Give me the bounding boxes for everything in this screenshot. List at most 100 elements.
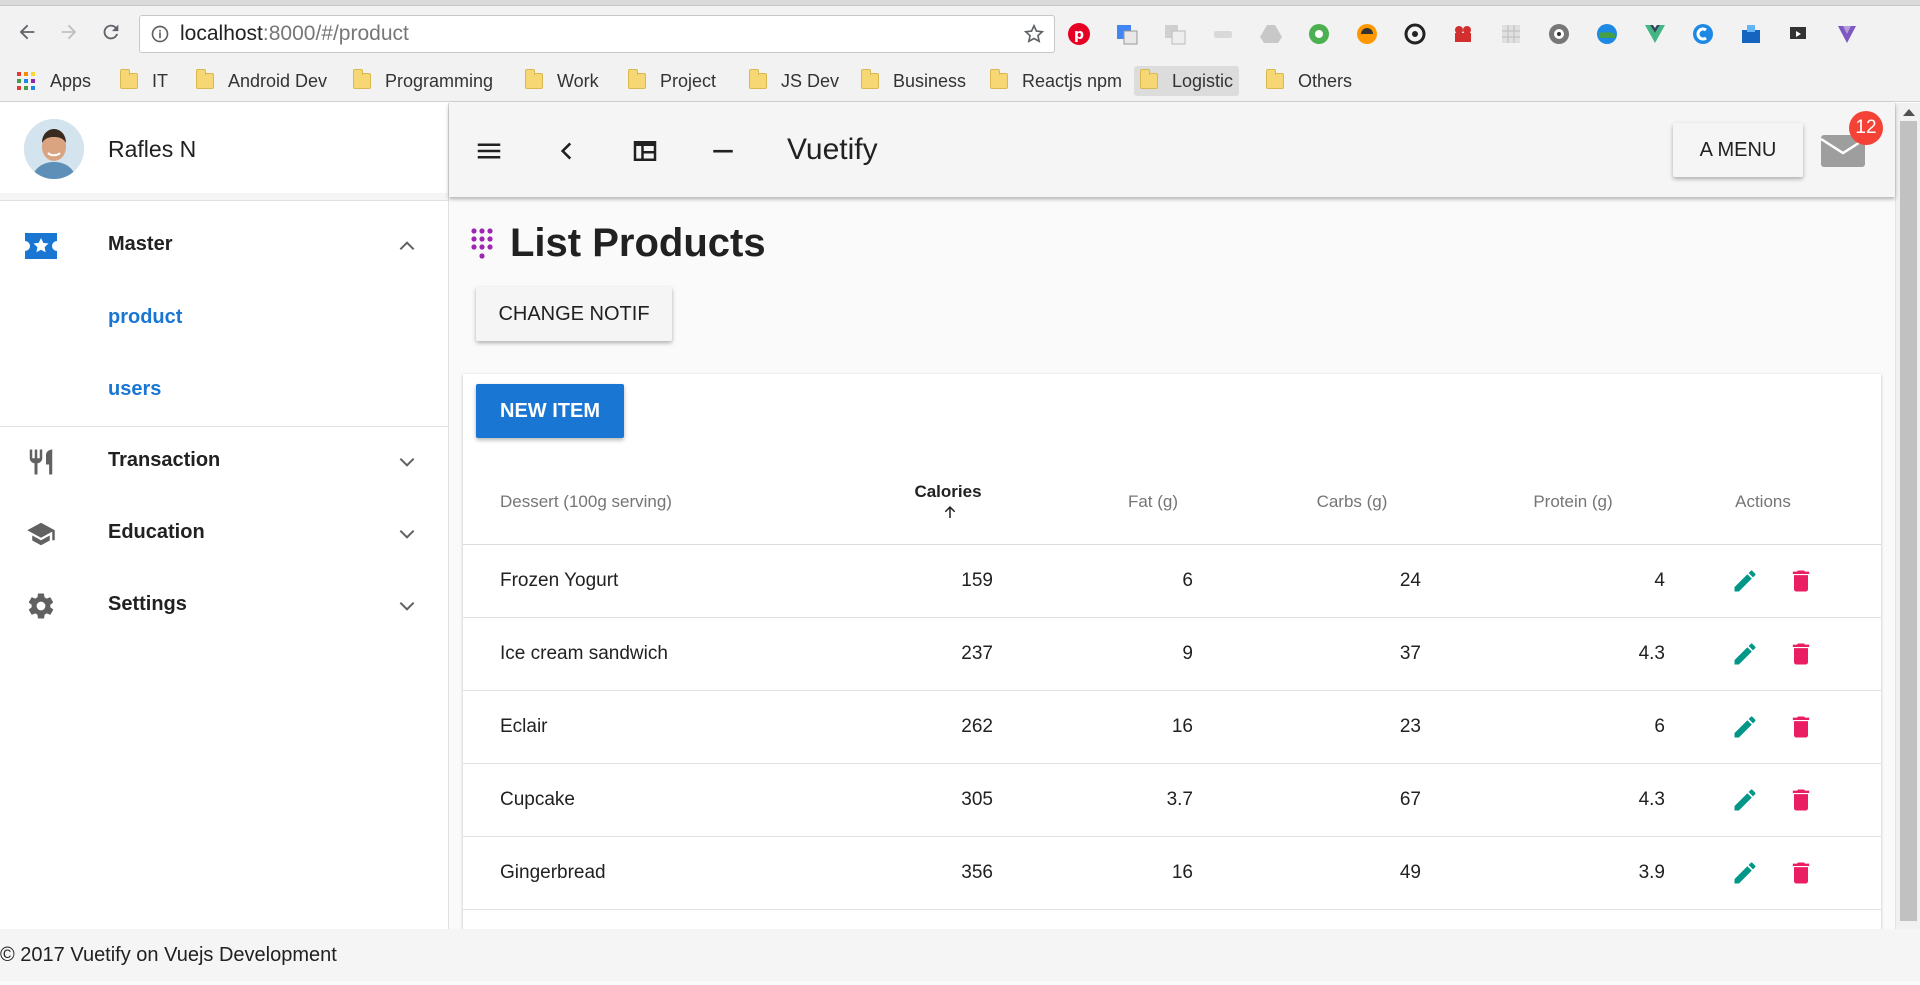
cast-extension-icon[interactable] [1786,21,1812,47]
nav-group-settings[interactable]: Settings [0,569,448,641]
folder-icon [628,69,646,89]
trash-icon [1792,570,1810,591]
delete-button[interactable] [1787,640,1815,668]
delete-button[interactable] [1787,713,1815,741]
delete-button[interactable] [1787,859,1815,887]
trash-icon [1792,862,1810,883]
edit-button[interactable] [1731,640,1759,668]
bookmark-star-icon[interactable] [1014,23,1054,45]
bookmark-folder-android-dev[interactable]: Android Dev [190,66,333,96]
column-header-label: Dessert (100g serving) [500,491,672,511]
cell-protein: 6 [1421,690,1665,764]
cell-actions [1665,690,1881,764]
edit-button[interactable] [1731,786,1759,814]
red-extension-icon[interactable] [1450,21,1476,47]
hamburger-menu-icon [477,143,501,159]
drive-extension-icon[interactable] [1258,21,1284,47]
vuetify-extension-icon[interactable] [1834,21,1860,47]
table-row: Cupcake 305 3.7 67 4.3 [463,763,1881,837]
cell-dessert: Ice cream sandwich [463,617,793,691]
notification-badge: 12 [1849,111,1883,145]
google-translate-extension-icon[interactable] [1114,21,1140,47]
nav-item-users[interactable]: users [108,378,161,401]
trash-icon [1792,789,1810,810]
green-extension-icon[interactable] [1306,21,1332,47]
blue-window-extension-icon[interactable] [1738,21,1764,47]
eye-extension-icon[interactable] [1546,21,1572,47]
footer: © 2017 Vuetify on Vuejs Development [0,929,1920,981]
chevron-down-icon [394,521,420,547]
bookmark-folder-business[interactable]: Business [855,66,972,96]
reload-button[interactable] [94,15,128,49]
bookmark-folder-programming[interactable]: Programming [347,66,499,96]
change-notif-button[interactable]: CHANGE NOTIF [476,287,672,341]
translate-extension-icon[interactable] [1162,21,1188,47]
bookmark-folder-logistic[interactable]: Logistic [1134,66,1240,96]
bookmark-apps[interactable]: Apps [10,66,97,96]
bookmark-folder-work[interactable]: Work [519,66,605,96]
link-extension-icon[interactable] [1402,21,1428,47]
nav-group-label: Transaction [108,449,221,471]
nav-group-transaction[interactable]: Transaction [0,425,448,497]
scroll-up-arrow-icon[interactable] [1903,109,1915,116]
delete-button[interactable] [1787,567,1815,595]
a-menu-button[interactable]: A MENU [1673,123,1803,177]
cell-protein: 4.3 [1421,763,1665,837]
info-icon[interactable] [140,24,180,44]
delete-button[interactable] [1787,786,1815,814]
gear-icon [24,591,58,621]
globe-extension-icon[interactable] [1594,21,1620,47]
bookmark-folder-js-dev[interactable]: JS Dev [743,66,845,96]
orange-extension-icon[interactable] [1354,21,1380,47]
menu-button[interactable] [471,133,507,169]
collapse-drawer-button[interactable] [549,133,585,169]
cell-actions [1665,617,1881,691]
bookmark-label: Project [660,70,717,91]
column-header-fat[interactable]: Fat (g) [993,460,1193,545]
new-item-button[interactable]: NEW ITEM [476,384,624,438]
chevron-down-icon [394,593,420,619]
cell-fat: 9 [993,617,1193,691]
nav-group-master[interactable]: Master [0,209,448,281]
cell-calories: 356 [793,836,993,910]
column-header-protein[interactable]: Protein (g) [1421,460,1665,545]
page-scrollbar[interactable] [1895,103,1920,929]
column-header-calories[interactable]: Calories [793,460,993,545]
edit-button[interactable] [1731,713,1759,741]
nav-item-product[interactable]: product [108,306,182,329]
folder-icon [861,69,879,89]
table-header-row: Dessert (100g serving) Calories Fat (g) … [463,460,1881,545]
folder-icon [749,69,767,89]
cell-carbs: 49 [1193,836,1421,910]
bookmark-folder-reactjs-npm[interactable]: Reactjs npm [984,66,1128,96]
forward-button[interactable] [52,15,86,49]
bookmark-folder-others[interactable]: Others [1260,66,1358,96]
user-tile[interactable]: Rafles N [0,103,448,193]
products-card: NEW ITEM Dessert (100g serving) Calories… [463,374,1881,929]
folder-icon [120,69,138,89]
address-bar[interactable]: localhost:8000/#/product [139,15,1055,53]
page-heading: List Products [470,221,766,266]
blue-c-extension-icon[interactable] [1690,21,1716,47]
vue-devtools-icon[interactable] [1642,21,1668,47]
nav-group-education[interactable]: Education [0,497,448,569]
bookmark-label: Apps [50,70,92,91]
column-header-dessert[interactable]: Dessert (100g serving) [463,460,793,545]
grey-extension-icon[interactable] [1210,21,1236,47]
school-icon [24,519,58,549]
toggle-layout-button[interactable] [627,133,663,169]
edit-button[interactable] [1731,859,1759,887]
pinterest-extension-icon[interactable]: p [1066,21,1092,47]
chevron-up-icon [394,233,420,259]
bookmark-folder-project[interactable]: Project [622,66,722,96]
column-header-carbs[interactable]: Carbs (g) [1193,460,1421,545]
pencil-icon [1734,861,1756,883]
grid-extension-icon[interactable] [1498,21,1524,47]
scrollbar-thumb[interactable] [1900,121,1917,921]
edit-button[interactable] [1731,567,1759,595]
back-button[interactable] [10,15,44,49]
column-header-label: Protein (g) [1533,491,1613,511]
table-row: Gingerbread 356 16 49 3.9 [463,836,1881,910]
minimize-button[interactable] [705,133,741,169]
bookmark-folder-it[interactable]: IT [114,66,174,96]
